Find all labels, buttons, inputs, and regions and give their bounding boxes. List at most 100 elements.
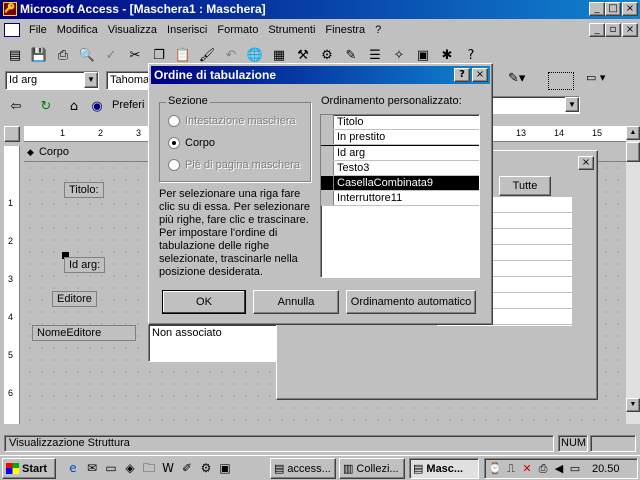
special-effect-icon[interactable]: ▭ ▾: [586, 71, 620, 90]
menu-formato[interactable]: Formato: [212, 21, 263, 39]
menu-modifica[interactable]: Modifica: [52, 21, 103, 39]
dialog-help-button[interactable]: ?: [454, 68, 470, 82]
dialog-title-bar[interactable]: Ordine di tabulazione ? ×: [151, 66, 490, 84]
scroll-up-icon[interactable]: ▲: [626, 126, 640, 140]
row-selector[interactable]: [321, 130, 334, 144]
dialog-close-button[interactable]: ×: [472, 68, 488, 82]
border-width-icon[interactable]: [548, 72, 574, 90]
home-icon[interactable]: ⌂: [63, 95, 85, 117]
favorites-button[interactable]: Preferi: [112, 99, 144, 111]
tools-icon[interactable]: ⚙: [197, 459, 215, 477]
menu-file[interactable]: File: [24, 21, 52, 39]
row-selector[interactable]: [321, 161, 334, 175]
unbound-label: Non associato: [152, 327, 222, 339]
start-button[interactable]: Start: [2, 458, 56, 479]
form-doc-icon[interactable]: [4, 23, 20, 37]
channels-icon[interactable]: ◈: [121, 459, 139, 477]
tab-order-row[interactable]: Id arg: [321, 145, 479, 161]
search-web-icon[interactable]: ◉: [86, 95, 108, 117]
tab-order-item-label: CasellaCombinata9: [334, 176, 479, 190]
back-icon[interactable]: ⇦: [5, 95, 27, 117]
tab-order-item-label: In prestito: [337, 131, 386, 143]
menu-help[interactable]: ?: [370, 21, 386, 39]
cut-icon[interactable]: ✂: [124, 44, 146, 66]
tab-order-row[interactable]: CasellaCombinata9: [321, 176, 479, 191]
menu-inserisci[interactable]: Inserisci: [162, 21, 212, 39]
section-option[interactable]: Corpo: [168, 137, 215, 149]
dialog-title: Ordine di tabulazione: [154, 68, 277, 82]
menu-strumenti[interactable]: Strumenti: [263, 21, 320, 39]
clock[interactable]: 20.50: [592, 463, 620, 475]
tab-order-row[interactable]: In prestito: [321, 130, 479, 145]
spelling-icon[interactable]: ✓: [100, 44, 122, 66]
outlook-icon[interactable]: ✉: [83, 459, 101, 477]
row-selector[interactable]: [321, 115, 334, 129]
desktop-icon[interactable]: ▭: [102, 459, 120, 477]
label-titolo[interactable]: Titolo:: [64, 182, 104, 198]
printer-icon[interactable]: ⎙: [536, 462, 550, 476]
terminal-icon[interactable]: ▣: [216, 459, 234, 477]
word-doc-icon: ▤: [274, 462, 285, 475]
close-button[interactable]: ×: [622, 2, 638, 16]
refresh-icon[interactable]: ↻: [35, 95, 57, 117]
paint-icon[interactable]: ✐: [178, 459, 196, 477]
chevron-down-icon[interactable]: ▼: [565, 97, 579, 112]
chevron-down-icon[interactable]: ▼: [84, 72, 98, 88]
radio-icon: [168, 115, 180, 127]
line-color-icon[interactable]: ✎▾: [508, 71, 538, 90]
tab-order-list[interactable]: Titolo In prestito Id arg Testo3 CasellaComb…: [320, 114, 480, 278]
vruler-number: 1: [8, 198, 14, 208]
task-maschera-label: Masc...: [426, 462, 464, 475]
start-label: Start: [22, 462, 48, 475]
label-id-arg[interactable]: Id arg:: [64, 257, 106, 273]
tab-tutte[interactable]: Tutte: [499, 176, 551, 196]
doc-close-button[interactable]: ×: [622, 23, 638, 37]
ruler-number: 13: [516, 128, 527, 138]
task-access[interactable]: ▤ access...: [270, 458, 336, 479]
menu-visualizza[interactable]: Visualizza: [103, 21, 162, 39]
preview-icon[interactable]: 🔍: [76, 44, 98, 66]
volume-icon[interactable]: ◀: [552, 462, 566, 476]
tab-order-row[interactable]: Titolo: [321, 115, 479, 130]
tab-order-item-label: Interruttore11: [337, 192, 403, 204]
radio-checked-icon[interactable]: [168, 137, 180, 149]
ie-icon[interactable]: e: [64, 459, 82, 477]
label-editore[interactable]: Editore: [52, 291, 97, 307]
row-selector[interactable]: [321, 176, 334, 190]
ok-button[interactable]: OK: [162, 290, 246, 314]
row-selector[interactable]: [321, 191, 334, 205]
ruler-corner[interactable]: [4, 126, 20, 142]
auto-order-button[interactable]: Ordinamento automatico: [346, 290, 476, 314]
object-combo[interactable]: Id arg ▼: [5, 71, 99, 90]
monitor-icon[interactable]: ▭: [568, 462, 582, 476]
num-lock-indicator: NUM: [558, 435, 588, 452]
save-icon[interactable]: 💾: [28, 44, 50, 66]
minimize-button[interactable]: _: [589, 2, 605, 16]
scroll-down-icon[interactable]: ▼: [626, 398, 640, 412]
menu-bar: File Modifica Visualizza Inserisci Forma…: [0, 20, 640, 40]
task-collezione[interactable]: ▥ Collezi...: [339, 458, 405, 479]
scroll-thumb[interactable]: [626, 142, 640, 162]
tab-order-row[interactable]: Testo3: [321, 161, 479, 176]
row-selector[interactable]: [321, 146, 334, 160]
title-bar: 🔑 Microsoft Access - [Maschera1 : Masche…: [0, 0, 640, 19]
back-window-close-button[interactable]: ×: [578, 156, 594, 170]
doc-restore-button[interactable]: ▫: [605, 23, 621, 37]
label-nome-editore[interactable]: NomeEditore: [32, 325, 136, 341]
tab-order-row[interactable]: Interruttore11: [321, 191, 479, 206]
cancel-button[interactable]: Annulla: [253, 290, 339, 314]
view-icon[interactable]: ▤: [4, 44, 26, 66]
doc-minimize-button[interactable]: _: [589, 23, 605, 37]
network-disconnected-icon[interactable]: ✕: [520, 462, 534, 476]
address-combo[interactable]: ▼: [480, 96, 580, 114]
subform-unbound[interactable]: Non associato: [148, 324, 278, 362]
task-maschera[interactable]: ▤ Masc...: [409, 458, 479, 479]
menu-finestra[interactable]: Finestra: [320, 21, 370, 39]
network-icon[interactable]: ⎍: [504, 462, 518, 476]
scheduler-icon[interactable]: ⌚: [488, 462, 502, 476]
explorer-icon[interactable]: 🗀: [140, 459, 158, 477]
vertical-scrollbar[interactable]: ▲ ▼: [626, 126, 640, 424]
word-icon[interactable]: W: [159, 459, 177, 477]
print-icon[interactable]: ⎙: [52, 44, 74, 66]
maximize-button[interactable]: □: [605, 2, 621, 16]
